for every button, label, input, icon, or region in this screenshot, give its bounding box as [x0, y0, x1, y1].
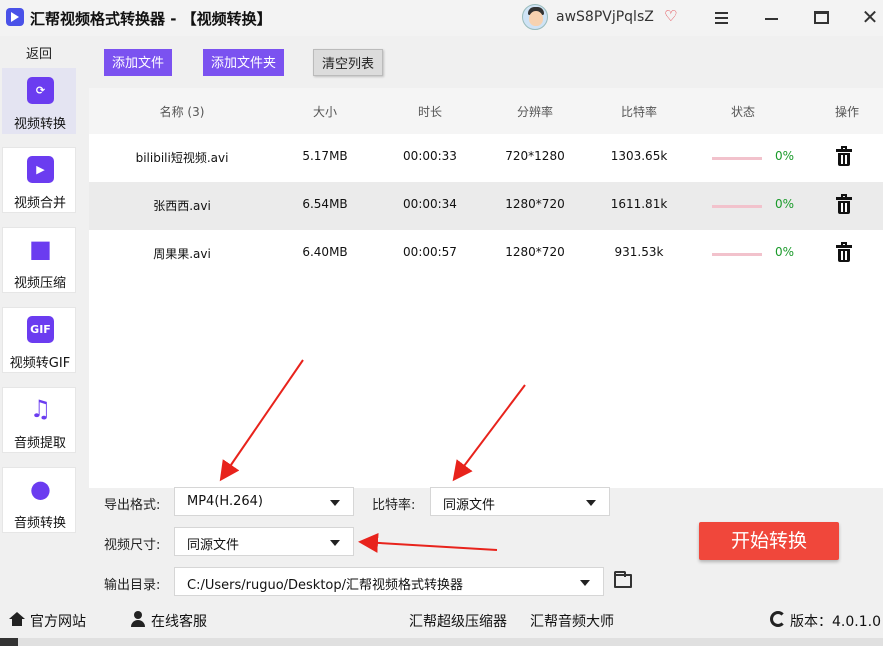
music-note-icon: ♫	[29, 395, 52, 423]
support-person-icon[interactable]	[130, 611, 146, 627]
microphone-icon: ●	[30, 475, 51, 503]
table-row[interactable]: bilibili短视频.avi 5.17MB 00:00:33 720*1280…	[89, 134, 883, 182]
avatar[interactable]	[522, 4, 548, 30]
video-size-select[interactable]: 同源文件	[174, 527, 354, 556]
file-resolution: 1280*720	[505, 245, 565, 259]
footer: 官方网站 在线客服 汇帮超级压缩器 汇帮音频大师 版本：4.0.1.0	[0, 602, 883, 638]
file-bitrate: 931.53k	[614, 245, 664, 259]
column-header: 状态	[730, 105, 755, 119]
sidebar-item-label: 音频提取	[13, 436, 66, 451]
sidebar-item-video-convert[interactable]: ⟳ 视频转换	[2, 68, 76, 134]
clear-list-button[interactable]: 清空列表	[313, 49, 384, 76]
window-title: 汇帮视频格式转换器 - 【视频转换】	[30, 10, 272, 28]
online-support-link[interactable]: 在线客服	[151, 611, 207, 631]
file-name: 张西西.avi	[153, 199, 211, 213]
file-table: 名称 (3) 大小 时长 分辨率 比特率 状态 操作 bilibili短视频.a…	[89, 88, 883, 488]
sidebar-item-video-compress[interactable]: ■ 视频压缩	[2, 227, 76, 293]
video-merge-icon: ▶	[27, 156, 54, 183]
compressor-link[interactable]: 汇帮超级压缩器	[409, 611, 507, 631]
sidebar-item-audio-extract[interactable]: ♫ 音频提取	[2, 387, 76, 453]
format-select[interactable]: MP4(H.264)	[174, 487, 354, 516]
chevron-down-icon	[580, 580, 590, 586]
refresh-icon[interactable]	[770, 611, 786, 627]
file-bitrate: 1303.65k	[610, 149, 668, 163]
maximize-button[interactable]	[810, 6, 834, 30]
close-button[interactable]: ✕	[858, 6, 882, 30]
sidebar-item-label: 视频转换	[13, 117, 66, 132]
output-dir-label: 输出目录:	[104, 578, 161, 593]
format-select-value: MP4(H.264)	[187, 494, 263, 509]
format-label: 导出格式:	[104, 498, 161, 513]
folder-open-icon[interactable]	[614, 571, 632, 588]
video-convert-icon: ⟳	[27, 77, 54, 104]
file-name: bilibili短视频.avi	[135, 151, 229, 165]
progress-bar	[712, 205, 762, 208]
file-size: 5.17MB	[302, 149, 348, 163]
add-file-button[interactable]: 添加文件	[104, 49, 173, 76]
video-size-select-value: 同源文件	[187, 538, 240, 553]
bitrate-select-value: 同源文件	[443, 498, 496, 513]
file-name: 周果果.avi	[153, 247, 211, 261]
sidebar-item-label: 音频转换	[13, 516, 66, 531]
sidebar-item-label: 视频压缩	[13, 276, 66, 291]
sidebar-item-audio-convert[interactable]: ● 音频转换	[2, 467, 76, 533]
gif-icon: GIF	[27, 316, 54, 343]
file-size: 6.40MB	[302, 245, 348, 259]
sidebar: 返回 ⟳ 视频转换 ▶ 视频合并 ■ 视频压缩 GIF 视频转GIF ♫ 音频提…	[0, 36, 89, 602]
progress-bar	[712, 253, 762, 256]
chevron-down-icon	[330, 540, 340, 546]
delete-icon[interactable]	[836, 242, 852, 262]
file-duration: 00:00:33	[403, 149, 457, 163]
sidebar-item-label: 视频合并	[13, 196, 66, 211]
table-row[interactable]: 张西西.avi 6.54MB 00:00:34 1280*720 1611.81…	[89, 182, 883, 230]
column-header: 大小	[312, 105, 337, 119]
column-header: 分辨率	[516, 105, 553, 119]
table-row[interactable]: 周果果.avi 6.40MB 00:00:57 1280*720 931.53k…	[89, 230, 883, 278]
version-label: 版本：4.0.1.0	[790, 614, 881, 630]
progress-percent: 0%	[775, 149, 795, 163]
official-website-link[interactable]: 官方网站	[30, 611, 86, 631]
file-size: 6.54MB	[302, 197, 348, 211]
file-duration: 00:00:57	[403, 245, 457, 259]
sidebar-item-label: 视频转GIF	[9, 356, 71, 371]
column-header: 比特率	[620, 105, 657, 119]
minimize-button[interactable]	[760, 6, 784, 30]
chevron-down-icon	[586, 500, 596, 506]
add-folder-button[interactable]: 添加文件夹	[203, 49, 285, 76]
delete-icon[interactable]	[836, 146, 852, 166]
bitrate-label: 比特率:	[372, 498, 416, 513]
chevron-down-icon	[330, 500, 340, 506]
column-header: 操作	[834, 105, 859, 119]
column-header: 名称 (3)	[159, 105, 205, 119]
title-bar: 汇帮视频格式转换器 - 【视频转换】 awS8PVjPqlsZ ♡ ✕	[0, 0, 883, 36]
delete-icon[interactable]	[836, 194, 852, 214]
file-resolution: 1280*720	[505, 197, 565, 211]
start-convert-button[interactable]: 开始转换	[699, 522, 839, 560]
bitrate-select[interactable]: 同源文件	[430, 487, 610, 516]
sidebar-item-video-merge[interactable]: ▶ 视频合并	[2, 147, 76, 213]
back-button[interactable]: 返回	[0, 43, 78, 62]
username[interactable]: awS8PVjPqlsZ	[556, 9, 654, 25]
output-dir-select[interactable]: C:/Users/ruguo/Desktop/汇帮视频格式转换器	[174, 567, 604, 596]
home-icon[interactable]	[9, 612, 25, 626]
progress-bar	[712, 157, 762, 160]
video-size-label: 视频尺寸:	[104, 538, 161, 553]
output-dir-value: C:/Users/ruguo/Desktop/汇帮视频格式转换器	[187, 578, 464, 593]
file-bitrate: 1611.81k	[610, 197, 668, 211]
vip-heart-icon[interactable]: ♡	[664, 7, 682, 25]
menu-icon[interactable]	[710, 6, 734, 30]
main-panel: 添加文件 添加文件夹 清空列表 名称 (3) 大小 时长 分辨率 比特率 状态 …	[89, 36, 883, 602]
file-resolution: 720*1280	[505, 149, 565, 163]
video-camera-icon: ■	[29, 235, 52, 263]
file-duration: 00:00:34	[403, 197, 457, 211]
column-header: 时长	[417, 105, 442, 119]
sidebar-item-video-gif[interactable]: GIF 视频转GIF	[2, 307, 76, 373]
app-logo-icon	[6, 8, 24, 26]
audio-master-link[interactable]: 汇帮音频大师	[530, 611, 614, 631]
taskbar-strip	[0, 638, 883, 646]
table-header: 名称 (3) 大小 时长 分辨率 比特率 状态 操作	[89, 88, 883, 134]
progress-percent: 0%	[775, 245, 795, 259]
progress-percent: 0%	[775, 197, 795, 211]
